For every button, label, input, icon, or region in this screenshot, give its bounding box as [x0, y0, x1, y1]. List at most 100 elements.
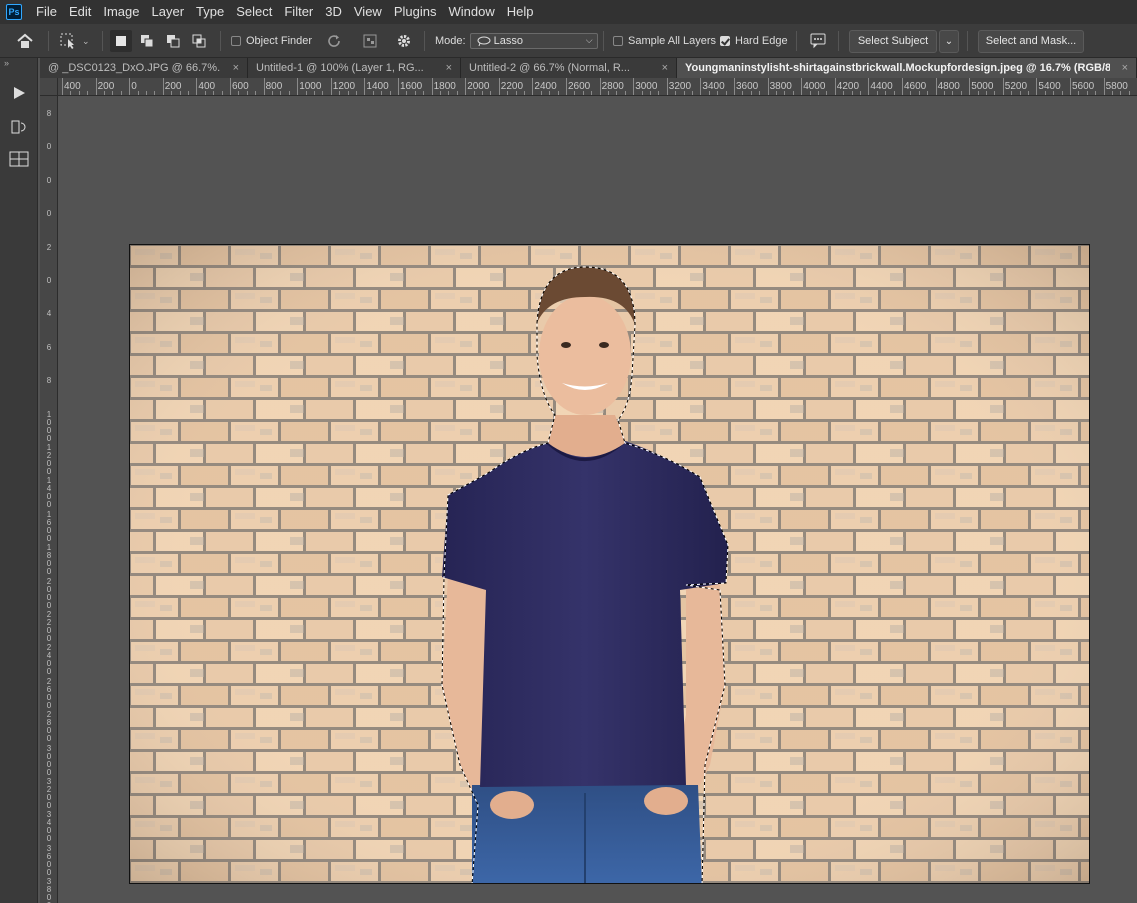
ruler-tick: [767, 78, 769, 95]
home-icon[interactable]: [14, 30, 36, 52]
sample-all-layers-toggle[interactable]: Sample All Layers: [613, 24, 716, 58]
ruler-minor-tick: [1044, 91, 1046, 95]
ruler-label: 8: [46, 376, 52, 386]
close-icon[interactable]: ×: [233, 62, 239, 74]
ruler-label: 3200: [46, 777, 52, 810]
ruler-minor-tick: [280, 91, 282, 95]
tab-label: Untitled-1 @ 100% (Layer 1, RG...: [256, 62, 424, 74]
sample-all-layers-checkbox[interactable]: [613, 36, 623, 46]
object-finder-checkbox[interactable]: [231, 36, 241, 46]
ruler-label: 4600: [904, 81, 927, 92]
tab-dsc0123[interactable]: @ _DSC0123_DxO.JPG @ 66.7%... ×: [40, 58, 248, 78]
menu-item-filter[interactable]: Filter: [278, 0, 319, 24]
close-icon[interactable]: ×: [446, 62, 452, 74]
hard-edge-toggle[interactable]: Hard Edge: [720, 24, 788, 58]
ruler-label: 0: [46, 276, 52, 285]
select-subject-dropdown[interactable]: ⌄: [939, 29, 959, 53]
options-bar: ⌄ Object Finder Mode: Lasso ⌵ Sample All…: [0, 24, 1137, 58]
ruler-minor-tick: [372, 91, 374, 95]
new-selection-icon[interactable]: [110, 30, 132, 52]
ruler-minor-tick: [314, 91, 315, 95]
menu-item-view[interactable]: View: [348, 0, 388, 24]
canvas-area[interactable]: [58, 96, 1137, 903]
tools-panel: »: [0, 58, 38, 903]
ruler-tick: [801, 78, 803, 95]
ruler-minor-tick: [1011, 91, 1013, 95]
lasso-icon: [477, 36, 491, 46]
ruler-minor-tick: [792, 91, 794, 95]
play-icon[interactable]: [8, 82, 30, 104]
tab-label: Youngmaninstylisht-shirtagainstbrickwall…: [685, 62, 1110, 74]
chevron-down-icon[interactable]: ⌄: [82, 36, 90, 47]
brush-icon[interactable]: [807, 30, 829, 52]
ruler-tick: [666, 78, 668, 95]
select-subject-button[interactable]: Select Subject: [849, 29, 937, 53]
photoshop-logo-icon: Ps: [6, 4, 22, 20]
ruler-minor-tick: [356, 91, 357, 95]
ruler-corner[interactable]: [40, 78, 58, 96]
collapse-panel-icon[interactable]: »: [0, 58, 37, 68]
ruler-minor-tick: [120, 91, 122, 95]
ruler-tick: [868, 78, 870, 95]
ruler-minor-tick: [742, 91, 744, 95]
mode-select[interactable]: Lasso ⌵: [469, 33, 598, 49]
hard-edge-checkbox[interactable]: [720, 36, 730, 46]
select-and-mask-button[interactable]: Select and Mask...: [978, 29, 1084, 53]
ruler-label: 0: [131, 81, 137, 92]
ruler-tick: [1103, 78, 1105, 95]
horizontal-ruler[interactable]: 400 200 0 200 400 600 800 1000 1200 1400 1600 1800 2…: [58, 78, 1137, 96]
ruler-minor-tick: [582, 91, 584, 95]
ruler-label: 3600: [46, 843, 52, 877]
document-image[interactable]: [129, 244, 1090, 884]
ruler-tick: [834, 78, 836, 95]
menu-item-layer[interactable]: Layer: [146, 0, 191, 24]
close-icon[interactable]: ×: [662, 62, 668, 74]
close-icon[interactable]: ×: [1122, 62, 1128, 74]
ruler-minor-tick: [1053, 91, 1055, 95]
ruler-tick: [398, 78, 399, 95]
ruler-label: 5800: [1105, 81, 1128, 92]
tab-untitled-2[interactable]: Untitled-2 @ 66.7% (Normal, R... ×: [461, 58, 677, 78]
ruler-label: 3400: [702, 81, 725, 92]
subtract-from-selection-icon[interactable]: [162, 30, 184, 52]
ruler-minor-tick: [683, 91, 685, 95]
menu-item-type[interactable]: Type: [190, 0, 230, 24]
ruler-minor-tick: [1112, 91, 1113, 95]
intersect-selection-icon[interactable]: [188, 30, 210, 52]
ruler-minor-tick: [137, 91, 139, 95]
history-icon[interactable]: [8, 116, 30, 138]
ruler-minor-tick: [322, 91, 324, 95]
ruler-label: 2400: [534, 81, 557, 92]
menu-item-window[interactable]: Window: [442, 0, 500, 24]
ruler-minor-tick: [221, 91, 223, 95]
ruler-minor-tick: [557, 91, 559, 95]
menu-item-image[interactable]: Image: [97, 0, 145, 24]
ruler-label: 3800: [46, 877, 52, 903]
tab-youngman-mockup[interactable]: Youngmaninstylisht-shirtagainstbrickwall…: [677, 58, 1137, 78]
object-selection-tool-icon[interactable]: [58, 30, 80, 52]
ruler-minor-tick: [641, 91, 643, 95]
menu-item-file[interactable]: File: [30, 0, 63, 24]
menu-item-select[interactable]: Select: [230, 0, 278, 24]
ruler-minor-tick: [1086, 91, 1088, 95]
ruler-label: 4: [46, 309, 52, 319]
ruler-minor-tick: [213, 91, 215, 95]
layout-icon[interactable]: [8, 148, 30, 170]
add-to-selection-icon[interactable]: [136, 30, 158, 52]
ruler-minor-tick: [288, 91, 290, 95]
menu-item-plugins[interactable]: Plugins: [388, 0, 443, 24]
object-finder-toggle[interactable]: Object Finder: [231, 24, 312, 58]
vertical-ruler[interactable]: 8 0 0 0 2 0 4 6 8 1000120014001600180020002200240…: [40, 96, 58, 903]
ruler-tick: [1002, 78, 1004, 95]
ruler-minor-tick: [339, 91, 341, 95]
ruler-minor-tick: [515, 91, 517, 95]
refresh-icon[interactable]: [323, 30, 345, 52]
ruler-label: 0: [46, 209, 52, 219]
tab-untitled-1[interactable]: Untitled-1 @ 100% (Layer 1, RG... ×: [248, 58, 461, 78]
menu-item-edit[interactable]: Edit: [63, 0, 97, 24]
menu-item-help[interactable]: Help: [501, 0, 540, 24]
ruler-tick: [498, 78, 500, 95]
show-all-objects-icon[interactable]: [359, 30, 381, 52]
menu-item-3d[interactable]: 3D: [319, 0, 348, 24]
gear-icon[interactable]: [393, 30, 415, 52]
